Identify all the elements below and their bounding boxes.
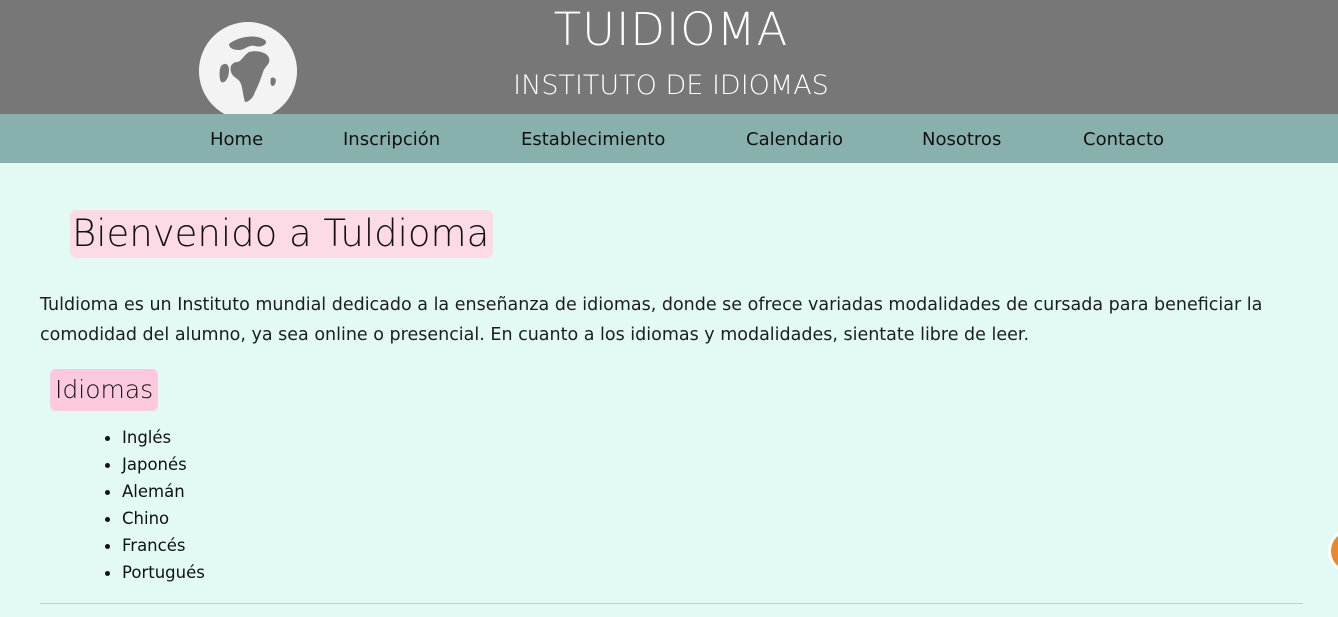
bullet-icon	[105, 571, 110, 576]
nav-calendario[interactable]: Calendario	[746, 129, 843, 150]
list-item: Inglés	[104, 426, 205, 453]
site-subtitle: INSTITUTO DE IDIOMAS	[513, 70, 829, 101]
list-item: Francés	[104, 534, 205, 561]
bullet-icon	[105, 463, 110, 468]
bullet-icon	[105, 544, 110, 549]
languages-heading: Idiomas	[50, 369, 159, 411]
intro-paragraph: Tuldioma es un Instituto mundial dedicad…	[40, 295, 1263, 345]
language-label: Portugués	[122, 563, 205, 582]
site-header: TUIDIOMA INSTITUTO DE IDIOMAS	[0, 0, 1338, 120]
language-label: Japonés	[122, 455, 187, 474]
languages-list: Inglés Japonés Alemán Chino Francés Port…	[104, 426, 205, 588]
nav-inscripcion[interactable]: Inscripción	[343, 129, 440, 150]
language-label: Inglés	[122, 428, 172, 447]
welcome-heading: Bienvenido a Tuldioma	[70, 210, 494, 258]
floating-widget-button[interactable]	[1331, 531, 1338, 571]
section-divider	[40, 603, 1303, 604]
nav-establecimiento[interactable]: Establecimiento	[521, 129, 665, 150]
list-item: Japonés	[104, 453, 205, 480]
main-nav: Home Inscripción Establecimiento Calenda…	[0, 114, 1338, 163]
list-item: Portugués	[104, 561, 205, 588]
nav-contacto[interactable]: Contacto	[1083, 129, 1164, 150]
language-label: Francés	[122, 536, 186, 555]
bullet-icon	[105, 436, 110, 441]
language-label: Chino	[122, 509, 170, 528]
nav-nosotros[interactable]: Nosotros	[922, 129, 1001, 150]
nav-home[interactable]: Home	[210, 129, 263, 150]
language-label: Alemán	[122, 482, 185, 501]
bullet-icon	[105, 490, 110, 495]
bullet-icon	[105, 517, 110, 522]
list-item: Alemán	[104, 480, 205, 507]
site-title: TUIDIOMA	[553, 3, 789, 56]
list-item: Chino	[104, 507, 205, 534]
